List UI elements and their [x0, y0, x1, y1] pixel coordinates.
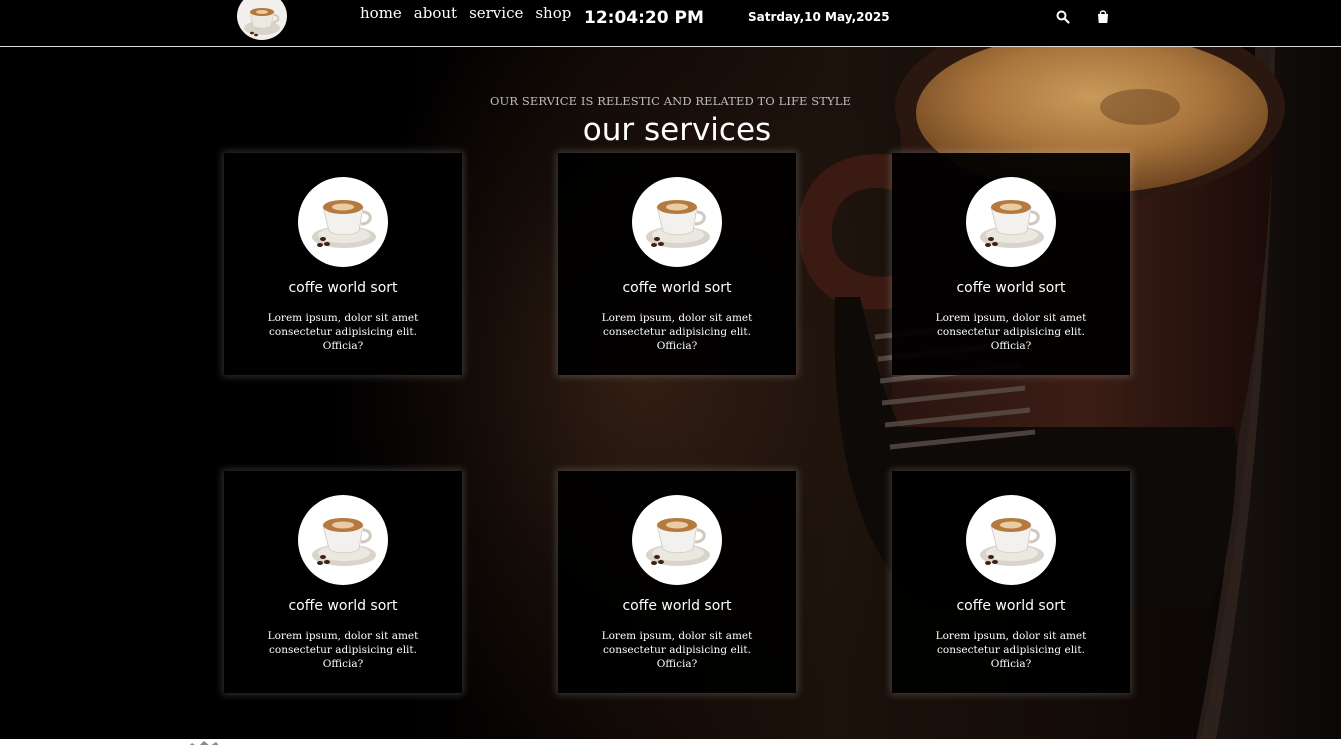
service-card[interactable]: coffe world sort Lorem ipsum, dolor sit …: [892, 471, 1130, 693]
service-card-title: coffe world sort: [622, 598, 732, 614]
nav-link-about[interactable]: about: [414, 4, 457, 22]
coffee-cup-image: [298, 495, 388, 585]
coffee-cup-image: [632, 177, 722, 267]
page: home about service shop 12:04:20 PM Satr…: [0, 0, 1341, 745]
service-card-title: coffe world sort: [956, 598, 1066, 614]
nav-link-shop[interactable]: shop: [535, 4, 571, 22]
date-display: Satrday,10 May,2025: [748, 10, 890, 24]
service-card[interactable]: coffe world sort Lorem ipsum, dolor sit …: [558, 153, 796, 375]
shopping-bag-icon[interactable]: [1095, 9, 1111, 25]
service-card-text: Lorem ipsum, dolor sit amet consectetur …: [935, 312, 1087, 352]
search-icon[interactable]: [1055, 9, 1071, 25]
service-card-title: coffe world sort: [288, 280, 398, 296]
top-header: home about service shop 12:04:20 PM Satr…: [0, 0, 1341, 47]
coffee-cup-logo[interactable]: [237, 0, 287, 40]
coffee-cup-image: [298, 177, 388, 267]
service-card-title: coffe world sort: [956, 280, 1066, 296]
service-card-text: Lorem ipsum, dolor sit amet consectetur …: [935, 630, 1087, 670]
service-card-text: Lorem ipsum, dolor sit amet consectetur …: [601, 630, 753, 670]
service-card[interactable]: coffe world sort Lorem ipsum, dolor sit …: [892, 153, 1130, 375]
service-card-text: Lorem ipsum, dolor sit amet consectetur …: [267, 630, 419, 670]
nav-link-service[interactable]: service: [469, 4, 523, 22]
service-card[interactable]: coffe world sort Lorem ipsum, dolor sit …: [224, 153, 462, 375]
service-card[interactable]: coffe world sort Lorem ipsum, dolor sit …: [558, 471, 796, 693]
coffee-cup-image: [966, 495, 1056, 585]
service-card[interactable]: coffe world sort Lorem ipsum, dolor sit …: [224, 471, 462, 693]
service-card-text: Lorem ipsum, dolor sit amet consectetur …: [601, 312, 753, 352]
service-card-title: coffe world sort: [622, 280, 732, 296]
nav-link-home[interactable]: home: [360, 4, 402, 22]
services-subtitle: OUR SERVICE IS RELESTIC AND RELATED TO L…: [490, 94, 851, 108]
coffee-cup-image: [632, 495, 722, 585]
services-title: our services: [582, 112, 772, 148]
main-nav: home about service shop: [360, 4, 571, 22]
service-card-title: coffe world sort: [288, 598, 398, 614]
service-card-text: Lorem ipsum, dolor sit amet consectetur …: [267, 312, 419, 352]
clock-display: 12:04:20 PM: [584, 8, 704, 28]
next-section-image-edge: [184, 734, 224, 745]
coffee-cup-image: [966, 177, 1056, 267]
